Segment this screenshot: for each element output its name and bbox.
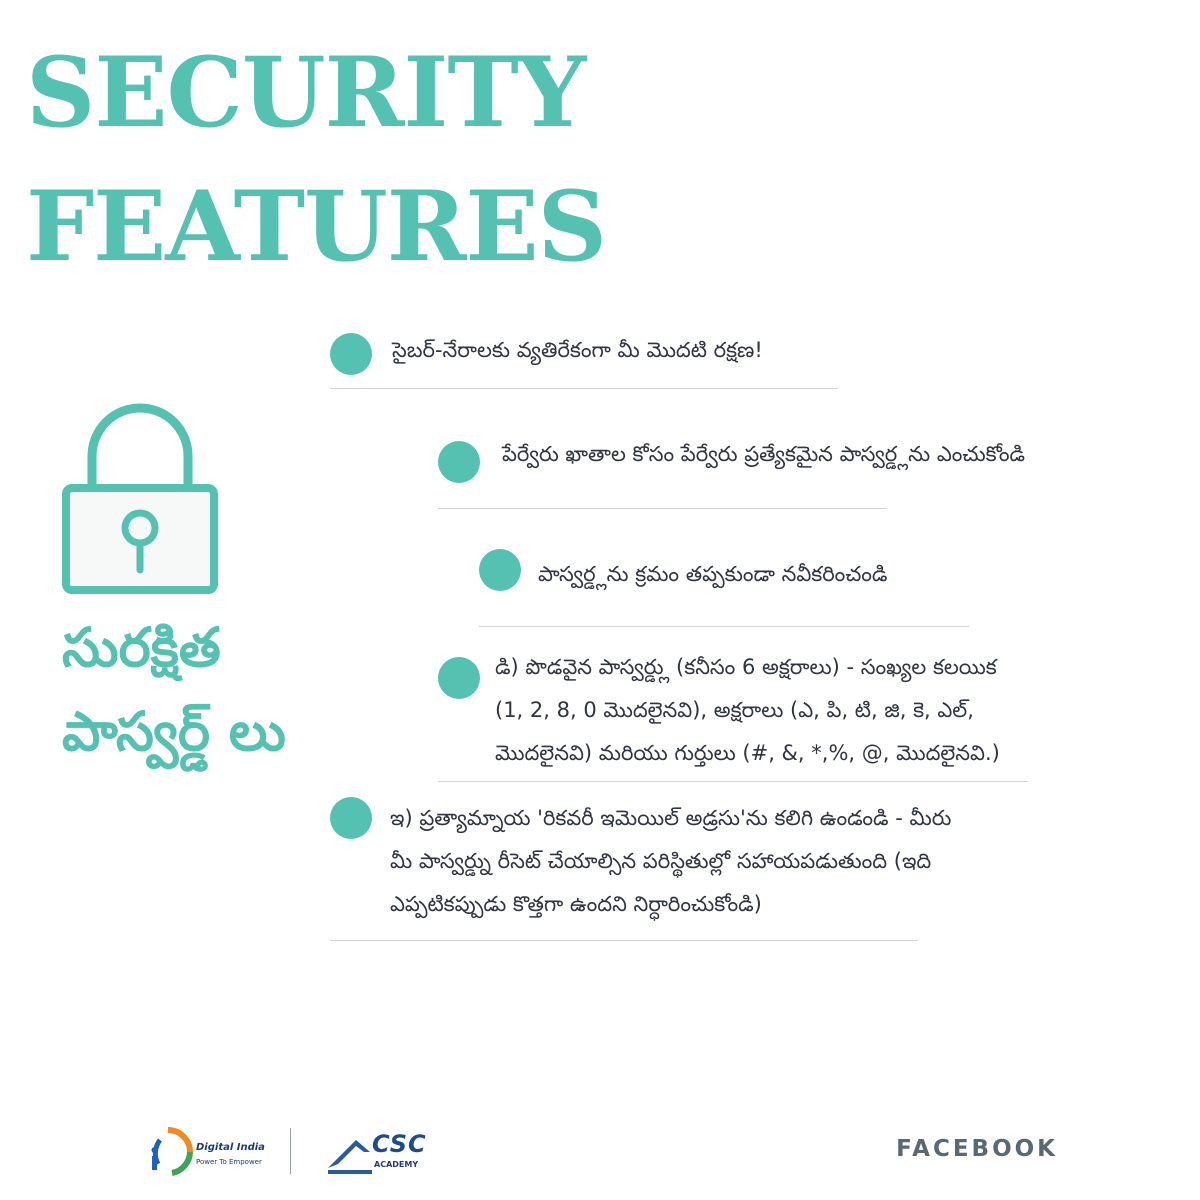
bullet-text-1: సైబర్-నేరాలకు వ్యతిరేకంగా మీ మొదటి రక్షణ… bbox=[392, 338, 763, 362]
bullet-dot-icon bbox=[330, 797, 372, 839]
bullet-dot-icon bbox=[479, 549, 521, 591]
bullet-text-5-line-2: మీ పాస్వర్డ్ను రీసెట్ చేయాల్సిన పరిస్థిత… bbox=[390, 849, 932, 873]
csc-academy-text: ACADEMY bbox=[374, 1160, 419, 1169]
page-title-line-1: SECURITY bbox=[26, 36, 586, 149]
page-title-line-2: FEATURES bbox=[26, 170, 607, 283]
bullet-text-4-line-1: డి) పొడవైన పాస్వర్డ్లు (కనీసం 6 అక్షరాలు… bbox=[495, 655, 997, 679]
divider bbox=[330, 388, 838, 389]
bullet-text-3: పాస్వర్డ్లను క్రమం తప్పకుండా నవీకరించండి bbox=[538, 562, 888, 586]
bullet-text-5-line-3: ఎప్పటికప్పుడు కొత్తగా ఉందని నిర్ధారించుక… bbox=[390, 892, 762, 916]
side-label-line-2: పాస్వర్డ్ లు bbox=[62, 700, 286, 763]
side-label-line-1: సురక్షిత bbox=[62, 616, 221, 679]
lock-icon bbox=[62, 403, 218, 594]
divider bbox=[438, 508, 887, 509]
bullet-text-5-line-1: ఇ) ప్రత్యామ్నాయ 'రికవరీ ఇమెయిల్ అడ్రసు'న… bbox=[390, 806, 952, 830]
bullet-text-2: పేర్వేరు ఖాతాల కోసం పేర్వేరు ప్రత్యేకమైన… bbox=[502, 442, 1026, 466]
csc-logo-text: CSC bbox=[372, 1130, 427, 1158]
digital-india-tagline: Power To Empower bbox=[196, 1158, 262, 1166]
bullet-dot-icon bbox=[438, 657, 480, 699]
platform-label: FACEBOOK bbox=[896, 1136, 1058, 1162]
footer-separator bbox=[290, 1128, 291, 1174]
bullet-text-4-line-2: (1, 2, 8, 0 మొదలైనవి), అక్షరాలు (ఎ, పి, … bbox=[495, 698, 974, 722]
bullet-dot-icon bbox=[438, 441, 480, 483]
divider bbox=[479, 626, 969, 627]
divider bbox=[438, 781, 1028, 782]
digital-india-name: Digital India bbox=[196, 1142, 265, 1153]
bullet-dot-icon bbox=[330, 333, 372, 375]
divider bbox=[330, 940, 918, 941]
bullet-text-4-line-3: మొదలైనవి) మరియు గుర్తులు (#, &, *,%, @, … bbox=[495, 741, 1000, 765]
